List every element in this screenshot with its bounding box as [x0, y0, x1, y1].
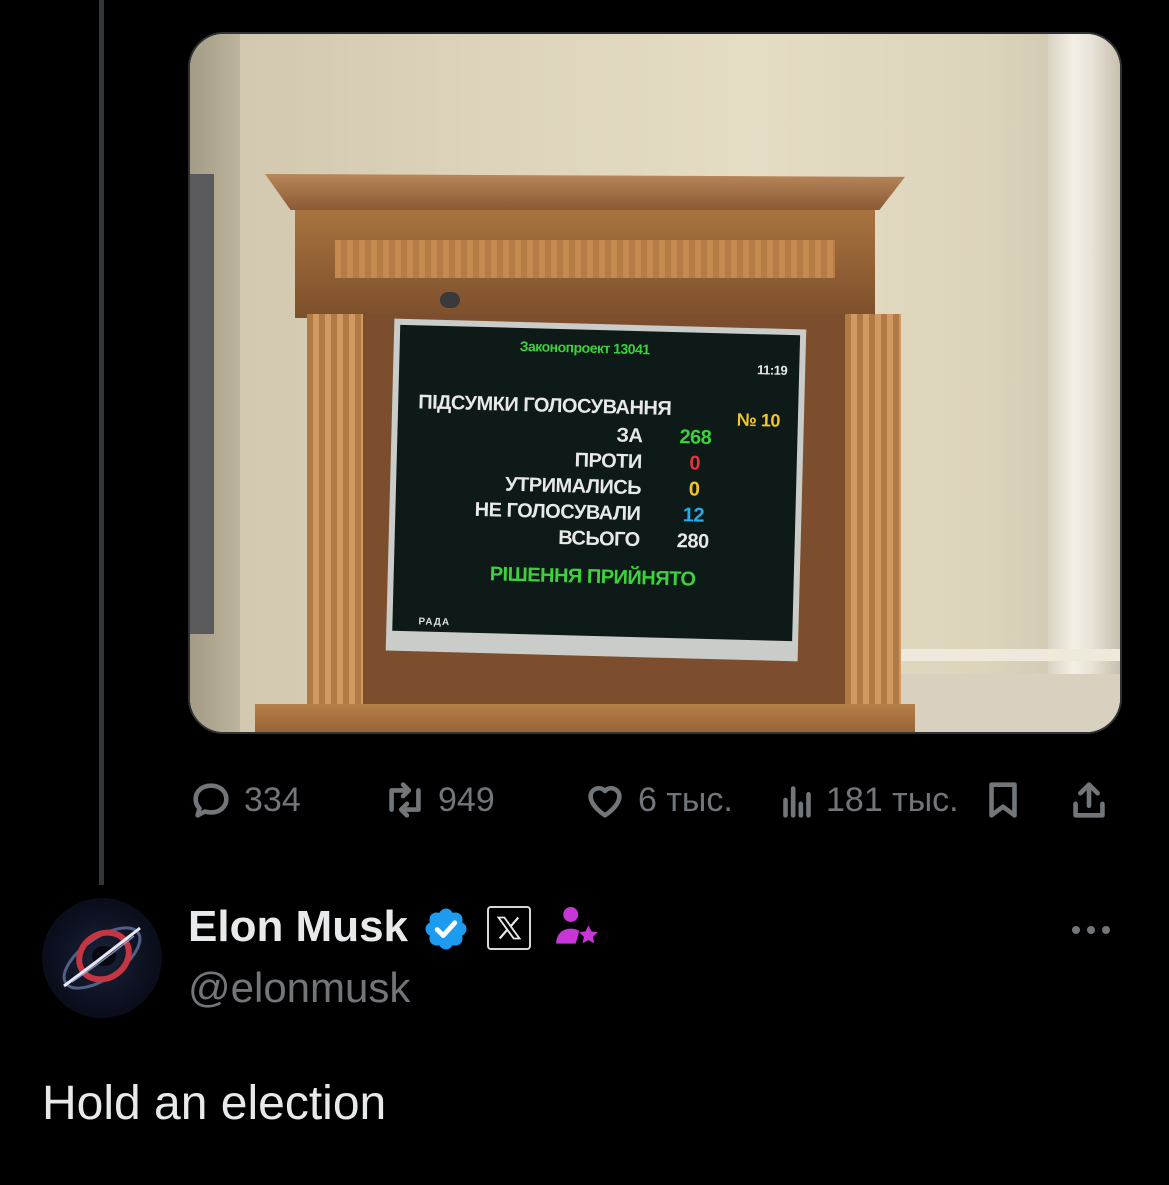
camera-icon: [440, 292, 460, 308]
vote-result: РІШЕННЯ ПРИЙНЯТО: [489, 563, 696, 591]
repost-count: 949: [438, 780, 495, 819]
reply-button[interactable]: 334: [188, 772, 301, 828]
cabinet-column-right: [845, 314, 901, 714]
photo-door-edge: [190, 174, 214, 634]
avatar-image: [62, 926, 142, 990]
reply-count: 334: [244, 780, 301, 819]
author-handle[interactable]: @elonmusk: [188, 964, 410, 1012]
photo-wall-panel: [890, 674, 1120, 732]
cabinet-cornice: [265, 174, 905, 210]
more-options-icon[interactable]: [1068, 910, 1114, 950]
vote-number: № 10: [736, 409, 781, 431]
board-time: 11:19: [756, 362, 788, 378]
vote-label: ВСЬОГО: [558, 527, 640, 552]
voting-results-screen: Законопроект 13041 11:19 ПІДСУМКИ ГОЛОСУ…: [385, 318, 807, 662]
vote-value: 280: [676, 530, 709, 553]
vote-value: 12: [682, 504, 705, 527]
board-title: ПІДСУМКИ ГОЛОСУВАННЯ: [417, 391, 672, 420]
views-button[interactable]: 181 тыс.: [774, 772, 959, 828]
avatar[interactable]: [42, 898, 162, 1018]
cabinet-column-left: [307, 314, 363, 714]
like-count: 6 тыс.: [638, 780, 733, 819]
views-icon: [783, 786, 811, 818]
vote-label: НЕ ГОЛОСУВАЛИ: [474, 498, 641, 526]
photo-pilaster: [1048, 34, 1120, 732]
vote-value: 268: [679, 426, 712, 449]
vote-label: УТРИМАЛИСЬ: [504, 473, 642, 500]
bookmark-button[interactable]: [972, 772, 1034, 828]
vote-value: 0: [689, 452, 701, 475]
x-affiliation-badge[interactable]: [487, 906, 531, 950]
photo-molding: [890, 649, 1120, 661]
share-icon: [1073, 782, 1105, 818]
vote-value: 0: [688, 478, 700, 501]
affiliate-person-star-icon[interactable]: [552, 902, 602, 952]
bill-number: Законопроект 13041: [519, 337, 650, 358]
vote-label: ЗА: [616, 424, 643, 448]
repost-icon: [389, 782, 421, 818]
like-button[interactable]: 6 тыс.: [582, 772, 733, 828]
verified-badge-icon[interactable]: [422, 905, 470, 953]
cabinet-base: [255, 704, 915, 732]
share-button[interactable]: [1066, 772, 1112, 828]
post-photo[interactable]: Законопроект 13041 11:19 ПІДСУМКИ ГОЛОСУ…: [188, 32, 1122, 734]
thread-connector-line: [99, 0, 104, 885]
bookmark-icon: [989, 782, 1017, 818]
reply-icon: [193, 783, 229, 818]
cabinet-frieze: [295, 210, 875, 318]
author-name[interactable]: Elon Musk: [188, 902, 408, 952]
views-count: 181 тыс.: [826, 780, 959, 819]
board-logo: РАДА: [418, 616, 451, 629]
x-logo-icon: [496, 916, 522, 940]
vote-label: ПРОТИ: [574, 449, 643, 474]
post-text: Hold an election: [42, 1077, 387, 1130]
like-icon: [588, 785, 622, 818]
repost-button[interactable]: 949: [382, 772, 495, 828]
